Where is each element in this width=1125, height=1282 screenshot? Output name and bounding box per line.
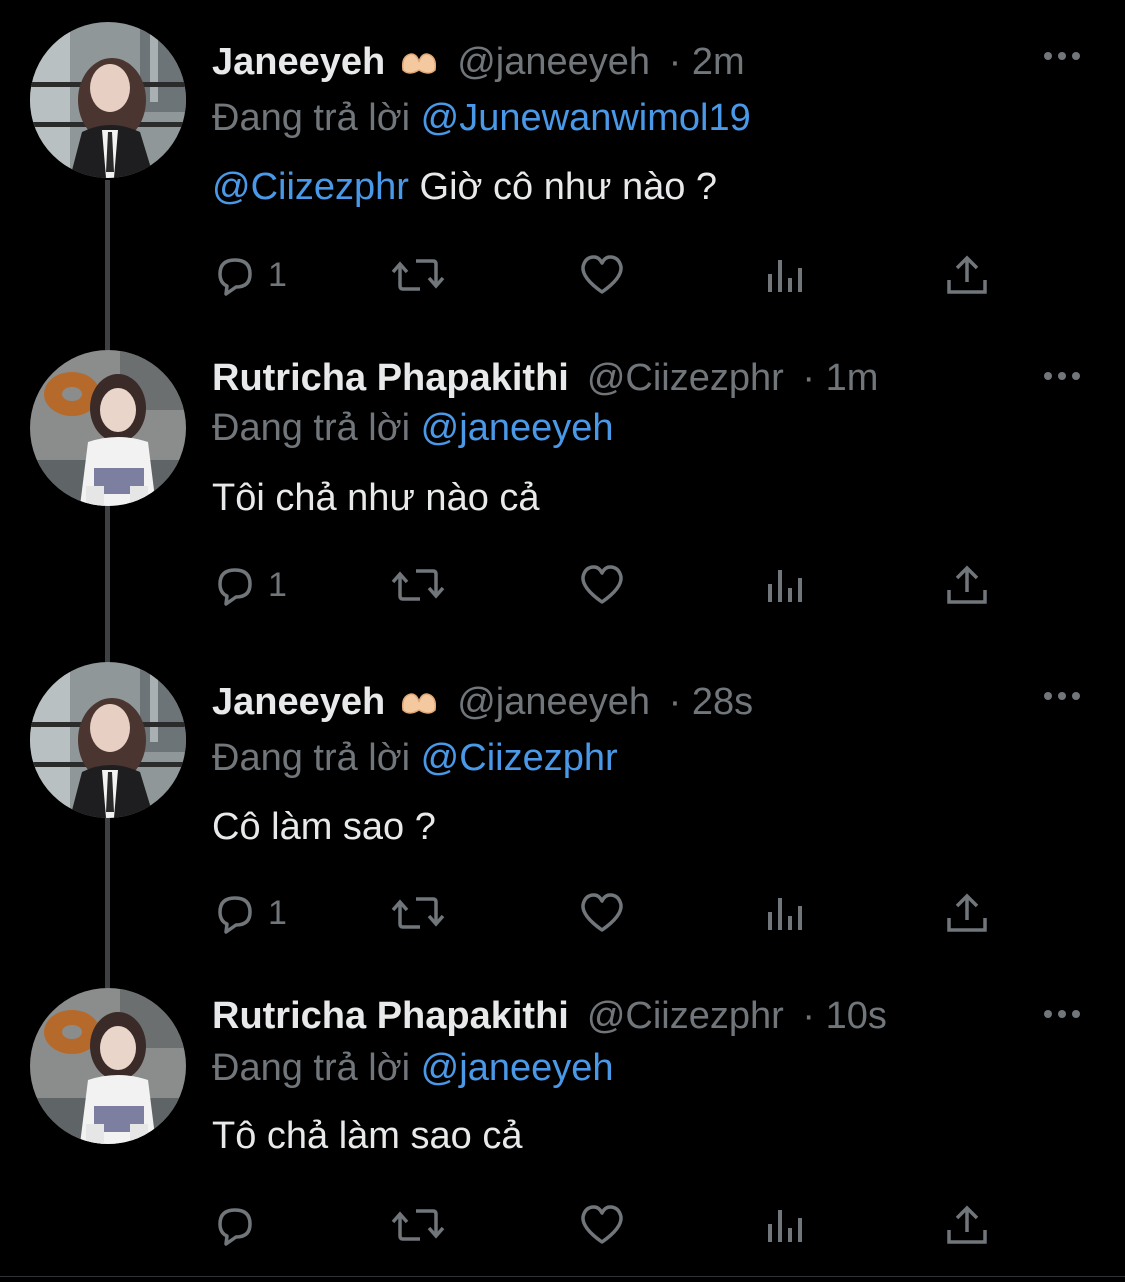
display-name[interactable]: Janeeyeh [212,41,385,83]
retweet-button[interactable] [390,560,446,610]
handle[interactable]: @Ciizezphr [587,995,784,1037]
share-icon [944,562,990,608]
body-mention[interactable]: @Ciizezphr [212,166,409,208]
tweet-header: Janeeyeh @janeeyeh · 2m [212,40,745,88]
display-name[interactable]: Rutricha Phapakithi [212,357,569,399]
views-button[interactable] [764,560,808,610]
share-button[interactable] [944,888,990,938]
timestamp[interactable]: · 1m [802,357,878,399]
analytics-icon [764,562,808,608]
avatar-ciizezphr[interactable] [30,988,186,1144]
action-bar [212,1200,1002,1250]
tweet[interactable]: Janeeyeh @janeeyeh · 28s Đang trả lời @C… [0,640,1125,970]
body-text: Tôi chả như nào cả [212,477,540,519]
tweet[interactable]: Rutricha Phapakithi @Ciizezphr · 1m Đang … [0,312,1125,642]
reply-to-mention[interactable]: @janeeyeh [421,1047,614,1089]
reply-to-mention[interactable]: @janeeyeh [421,407,614,449]
analytics-icon [764,1202,808,1248]
action-bar: 1 [212,250,1002,300]
tweet-header: Rutricha Phapakithi @Ciizezphr · 10s [212,994,887,1038]
reply-to-mention[interactable]: @Ciizezphr [421,737,618,779]
timestamp[interactable]: · 10s [802,995,886,1037]
reply-prefix: Đang trả lời [212,1047,411,1089]
reply-count: 1 [268,565,287,604]
handle[interactable]: @janeeyeh [457,681,650,723]
avatar-janeeyeh[interactable] [30,662,186,818]
share-icon [944,1202,990,1248]
views-button[interactable] [764,888,808,938]
retweet-button[interactable] [390,888,446,938]
tweet-header: Rutricha Phapakithi @Ciizezphr · 1m [212,356,878,400]
tweet-text: Tôi chả như nào cả [212,476,540,520]
more-dots-icon[interactable] [1042,1006,1082,1022]
handle[interactable]: @Ciizezphr [587,357,784,399]
heart-icon [578,562,626,608]
replying-to: Đang trả lời @janeeyeh [212,1046,614,1090]
retweet-icon [390,1202,446,1248]
action-bar: 1 [212,888,1002,938]
action-bar: 1 [212,560,1002,610]
reply-count: 1 [268,255,287,294]
body-text: Tô chả làm sao cả [212,1115,523,1157]
tweet-header: Janeeyeh @janeeyeh · 28s [212,680,753,728]
retweet-icon [390,890,446,936]
retweet-button[interactable] [390,250,446,300]
tweet[interactable]: Janeeyeh @janeeyeh · 2m Đang trả lời @Ju… [0,0,1125,330]
like-button[interactable] [578,888,626,938]
retweet-icon [390,252,446,298]
body-text: Giờ cô như nào ? [419,166,718,208]
heart-icon [578,252,626,298]
heart-icon [578,890,626,936]
divider [0,1276,1125,1277]
tweet-text: Cô làm sao ? [212,805,436,849]
reply-bubble-icon [212,890,258,936]
share-icon [944,252,990,298]
reply-prefix: Đang trả lời [212,407,411,449]
tweet-text: Tô chả làm sao cả [212,1114,522,1158]
reply-bubble-icon [212,562,258,608]
heart-icon [578,1202,626,1248]
heart-hands-emoji [399,44,439,88]
share-button[interactable] [944,1200,990,1250]
more-dots-icon[interactable] [1042,368,1082,384]
timestamp[interactable]: · 2m [669,41,745,83]
reply-bubble-icon [212,1202,258,1248]
display-name[interactable]: Rutricha Phapakithi [212,995,569,1037]
retweet-icon [390,562,446,608]
replying-to: Đang trả lời @janeeyeh [212,406,614,450]
share-button[interactable] [944,560,990,610]
tweet-text: @Ciizezphr Giờ cô như nào ? [212,165,717,209]
handle[interactable]: @janeeyeh [457,41,650,83]
reply-button[interactable]: 1 [212,250,287,300]
reply-to-mention[interactable]: @Junewanwimol19 [421,97,751,139]
reply-prefix: Đang trả lời [212,737,411,779]
share-button[interactable] [944,250,990,300]
analytics-icon [764,252,808,298]
reply-button[interactable]: 1 [212,560,287,610]
views-button[interactable] [764,1200,808,1250]
avatar-janeeyeh[interactable] [30,22,186,178]
share-icon [944,890,990,936]
reply-prefix: Đang trả lời [212,97,411,139]
display-name[interactable]: Janeeyeh [212,681,385,723]
like-button[interactable] [578,560,626,610]
reply-button[interactable] [212,1200,268,1250]
replying-to: Đang trả lời @Junewanwimol19 [212,96,751,140]
reply-count: 1 [268,893,287,932]
analytics-icon [764,890,808,936]
like-button[interactable] [578,250,626,300]
more-dots-icon[interactable] [1042,688,1082,704]
timestamp[interactable]: · 28s [669,681,753,723]
retweet-button[interactable] [390,1200,446,1250]
more-dots-icon[interactable] [1042,48,1082,64]
body-text: Cô làm sao ? [212,806,436,848]
views-button[interactable] [764,250,808,300]
avatar-ciizezphr[interactable] [30,350,186,506]
like-button[interactable] [578,1200,626,1250]
tweet[interactable]: Rutricha Phapakithi @Ciizezphr · 10s Đang… [0,952,1125,1276]
reply-button[interactable]: 1 [212,888,287,938]
replying-to: Đang trả lời @Ciizezphr [212,736,618,780]
heart-hands-emoji [399,684,439,728]
reply-bubble-icon [212,252,258,298]
